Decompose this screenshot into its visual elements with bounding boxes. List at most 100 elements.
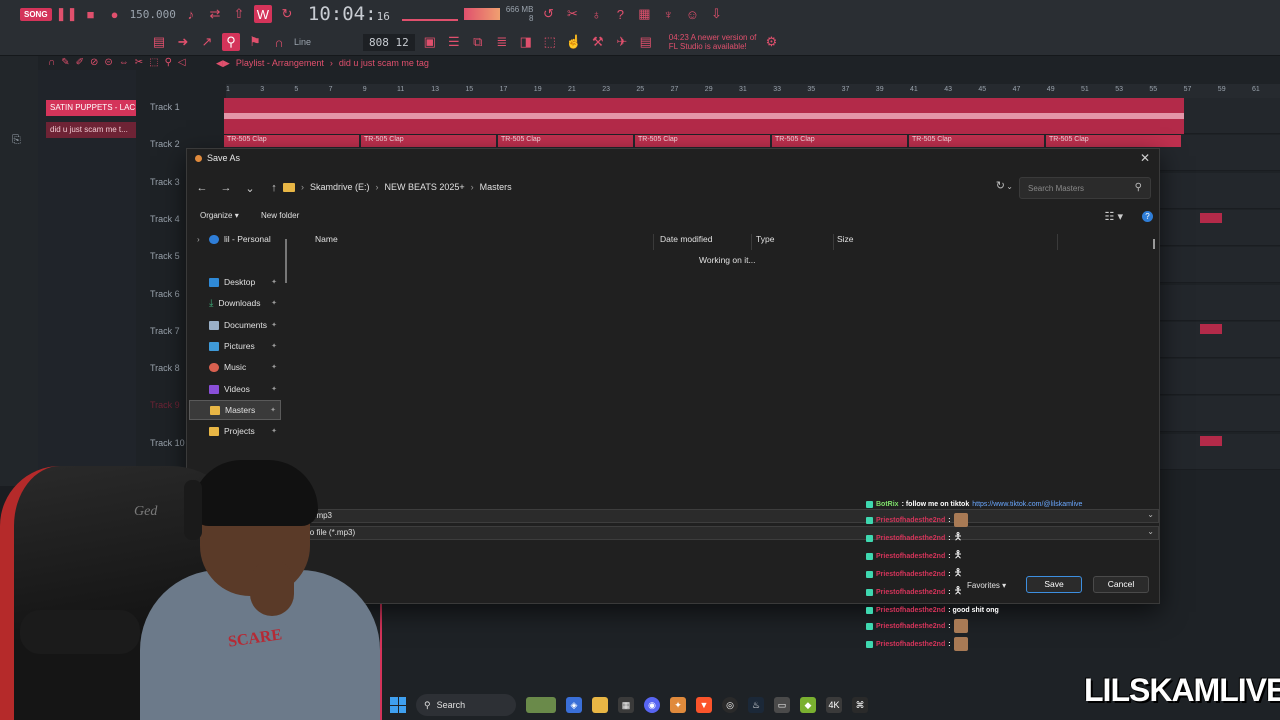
up-icon[interactable]: ↑ — [263, 182, 285, 194]
send-icon[interactable]: ✈ — [613, 33, 631, 51]
blend-recording-icon[interactable]: W — [253, 5, 272, 23]
timeline-ruler[interactable]: 1 3 5 7 9 11 13 15 17 19 21 23 25 27 29 31 33 35 37 39 41 43 4… — [226, 84, 1280, 98]
4k-app-icon[interactable]: 4K — [826, 697, 842, 713]
slide-icon[interactable]: ↗ — [198, 33, 216, 51]
song-mode-button[interactable]: SONG — [20, 7, 52, 21]
nav-item[interactable]: Videos ✦ — [189, 379, 281, 399]
plugin-picker-icon[interactable]: ⬚ — [541, 33, 559, 51]
refresh-icon[interactable]: ↻ — [996, 179, 1005, 192]
pattern-clip[interactable]: TR-505 Clap — [772, 135, 907, 148]
touch-icon[interactable]: ☝ — [565, 33, 583, 51]
view-options-icon[interactable]: ☷ ▾ — [1105, 210, 1123, 223]
mixer-view-icon[interactable]: ⧉ — [469, 33, 487, 51]
file-list-scrollbar[interactable] — [1153, 239, 1155, 249]
app-icon[interactable]: ▭ — [774, 697, 790, 713]
pause-icon[interactable]: ❚❚ — [56, 5, 78, 23]
mixer-icon[interactable]: ▦ — [635, 5, 653, 23]
discord-icon[interactable]: ◉ — [644, 697, 660, 713]
track-lane[interactable] — [224, 98, 1280, 134]
tools-icon[interactable]: ⚒ — [589, 33, 607, 51]
cut-icon[interactable]: ✂ — [563, 5, 581, 23]
chat-link[interactable]: https://www.tiktok.com/@lilskamlive — [972, 501, 1082, 508]
audio-clip[interactable] — [224, 98, 1184, 134]
steam-icon[interactable]: ♨ — [748, 697, 764, 713]
slip-tool-icon[interactable]: ⇔ — [119, 57, 129, 68]
help-icon[interactable]: ? — [1142, 211, 1153, 222]
nav-item[interactable]: Documents ✦ — [189, 315, 281, 335]
magnet-icon[interactable]: ∩ — [270, 33, 288, 51]
loop-record-icon[interactable]: ↻ — [278, 5, 296, 23]
file-explorer-icon[interactable] — [592, 697, 608, 713]
track-header[interactable]: Track 1 — [136, 98, 222, 134]
select-tool-icon[interactable]: ⬚ — [149, 57, 158, 68]
magnet-tool-icon[interactable]: ∩ — [48, 57, 55, 68]
download-icon[interactable]: ▤ — [637, 33, 655, 51]
capcut-icon[interactable]: ⌘ — [852, 697, 868, 713]
search-input[interactable]: Search Masters ⚲ — [1019, 177, 1151, 199]
fl-studio-taskbar-icon[interactable]: ✦ — [670, 697, 686, 713]
nav-item[interactable]: Projects ✦ — [189, 421, 281, 441]
pattern-selector[interactable]: 808 12 — [363, 33, 415, 51]
mute-tool-icon[interactable]: ⊝ — [104, 57, 112, 68]
recent-locations-icon[interactable]: ⌄ — [239, 182, 261, 195]
path-segment[interactable]: Skamdrive (E:) — [310, 182, 370, 192]
stop-icon[interactable]: ■ — [82, 5, 100, 23]
column-divider[interactable] — [1057, 234, 1058, 250]
nav-item[interactable]: Pictures ✦ — [189, 336, 281, 356]
address-dropdown-icon[interactable]: ⌄ — [1006, 182, 1013, 191]
column-type[interactable]: Type — [756, 234, 774, 244]
delete-tool-icon[interactable]: ⊘ — [90, 57, 98, 68]
column-divider[interactable] — [653, 234, 654, 250]
mic-icon[interactable]: ♁ — [587, 5, 605, 23]
metronome-icon[interactable]: ♪ — [182, 5, 200, 23]
browser-plugin-icon[interactable]: ⎘ — [12, 134, 21, 147]
column-divider[interactable] — [833, 234, 834, 250]
path-segment[interactable]: NEW BEATS 2025+ — [385, 182, 465, 192]
organize-button[interactable]: Organize ▾ — [200, 211, 239, 220]
plugin-icon[interactable]: ♆ — [659, 5, 677, 23]
column-divider[interactable] — [751, 234, 752, 250]
zoom-tool-icon[interactable]: ⚲ — [165, 57, 172, 68]
undo-icon[interactable]: ↺ — [539, 5, 557, 23]
pattern-clip[interactable]: TR-505 Clap — [224, 135, 359, 148]
column-name[interactable]: Name — [315, 234, 338, 244]
close-button[interactable]: ✕ — [1137, 151, 1153, 165]
record-icon[interactable]: ● — [106, 5, 124, 23]
slice-tool-icon[interactable]: ✂ — [135, 57, 143, 68]
column-size[interactable]: Size — [837, 234, 854, 244]
pattern-clip[interactable]: TR-505 Clap — [498, 135, 633, 148]
column-date-modified[interactable]: Date modified — [660, 234, 712, 244]
tempo-display[interactable]: 150.000 — [130, 8, 176, 21]
next-icon[interactable]: ➜ — [174, 33, 192, 51]
countdown-icon[interactable]: ⇧ — [230, 5, 248, 23]
gallery-icon[interactable]: ◆ — [800, 697, 816, 713]
draw-tool-icon[interactable]: ✎ — [61, 57, 69, 68]
nav-scrollbar[interactable] — [285, 239, 287, 283]
plugin-db-icon[interactable]: ◨ — [517, 33, 535, 51]
brave-icon[interactable]: ▼ — [696, 697, 712, 713]
taskbar-search[interactable]: ⚲ Search — [416, 694, 516, 716]
nav-item[interactable]: Masters ✦ — [189, 400, 281, 420]
settings-icon[interactable]: ⚙ — [762, 33, 780, 51]
play-tool-icon[interactable]: ◁ — [178, 57, 186, 68]
pattern-clip[interactable]: TR-505 Clap — [1046, 135, 1181, 148]
address-bar[interactable]: › Skamdrive (E:) › NEW BEATS 2025+ › Mas… — [283, 176, 1013, 198]
piano-roll-icon[interactable]: ▣ — [421, 33, 439, 51]
update-notice[interactable]: 04:23 A newer version of FL Studio is ava… — [669, 33, 757, 51]
pattern-item[interactable]: did u just scam me t... — [46, 122, 136, 138]
help-icon[interactable]: ? — [611, 5, 629, 23]
snap-mode-label[interactable]: Line — [294, 37, 311, 47]
download-tool-icon[interactable]: ⇩ — [707, 5, 725, 23]
back-icon[interactable]: ← — [191, 182, 213, 194]
paint-tool-icon[interactable]: ✐ — [76, 57, 84, 68]
pattern-item[interactable]: SATIN PUPPETS - LAC... — [46, 100, 136, 116]
store-icon[interactable]: ▦ — [618, 697, 634, 713]
wait-input-icon[interactable]: ⇄ — [206, 5, 224, 23]
stamp-icon[interactable]: ⚑ — [246, 33, 264, 51]
snap-icon[interactable]: ⚲ — [222, 33, 240, 51]
start-button[interactable] — [390, 697, 406, 713]
clip-fragment[interactable] — [1200, 213, 1222, 223]
widgets-icon[interactable] — [526, 697, 556, 713]
path-segment[interactable]: Masters — [480, 182, 512, 192]
copilot-icon[interactable]: ◈ — [566, 697, 582, 713]
